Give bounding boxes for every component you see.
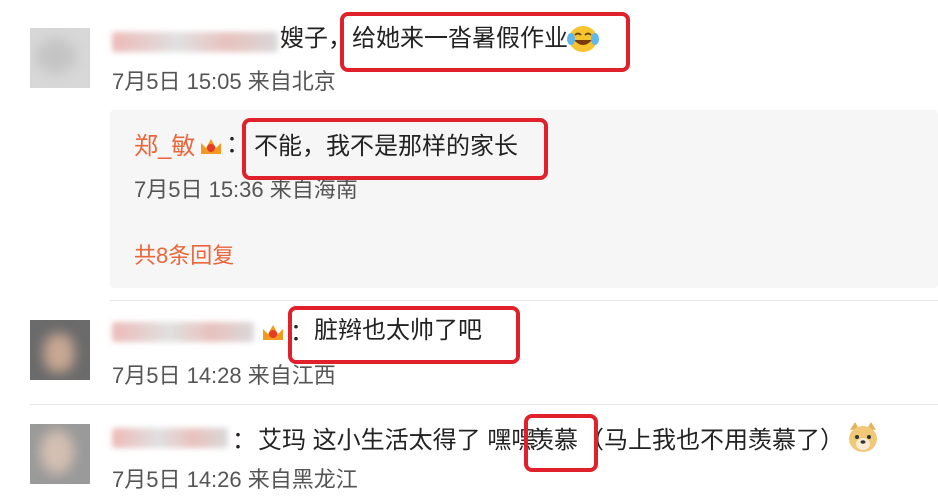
username-blurred[interactable] <box>112 322 254 342</box>
avatar[interactable] <box>30 28 90 88</box>
username-blurred[interactable] <box>112 32 278 52</box>
comment-colon: ： <box>232 427 256 454</box>
highlight-box <box>524 414 598 472</box>
comment-text: （马上我也不用羡慕了） <box>580 427 844 454</box>
comment-meta: 7月5日 14:26 来自黑龙江 <box>112 467 358 492</box>
avatar[interactable] <box>30 320 90 380</box>
comment-meta: 7月5日 15:05 来自北京 <box>112 69 336 94</box>
highlight-box <box>340 12 630 72</box>
doge-icon <box>849 422 877 452</box>
crown-vip-icon <box>201 139 221 154</box>
view-replies-link[interactable]: 共8条回复 <box>134 242 234 270</box>
highlight-box <box>288 306 520 364</box>
highlight-box <box>242 118 548 180</box>
crown-vip-icon <box>263 325 283 340</box>
reply-meta: 7月5日 15:36 来自海南 <box>134 177 358 202</box>
username-blurred[interactable] <box>112 428 228 448</box>
divider <box>30 404 938 405</box>
reply-username[interactable]: 郑_敏 <box>134 132 195 162</box>
avatar[interactable] <box>30 424 90 484</box>
divider <box>110 300 938 301</box>
comment-meta: 7月5日 14:28 来自江西 <box>112 363 336 388</box>
comment-text: 艾玛 这小生活太得了 嘿嘿 <box>258 427 536 454</box>
